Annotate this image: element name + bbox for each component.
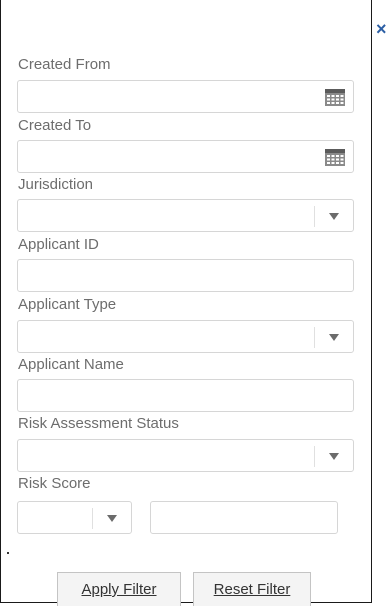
applicant-id-input[interactable]: [17, 259, 354, 292]
close-icon[interactable]: ×: [376, 20, 390, 38]
chevron-down-icon[interactable]: [107, 515, 117, 522]
risk-assessment-status-select[interactable]: [17, 439, 354, 472]
created-from-date-field[interactable]: [17, 80, 354, 113]
created-from-label: Created From: [18, 56, 111, 73]
applicant-id-label: Applicant ID: [18, 236, 99, 253]
calendar-icon[interactable]: [325, 149, 345, 166]
divider-dot: [7, 552, 9, 554]
reset-filter-button[interactable]: Reset Filter: [193, 572, 311, 606]
risk-score-operator-select[interactable]: [17, 501, 132, 534]
applicant-name-label: Applicant Name: [18, 356, 124, 373]
select-divider: [314, 446, 315, 467]
applicant-name-input[interactable]: [17, 379, 354, 412]
apply-filter-button[interactable]: Apply Filter: [57, 572, 181, 606]
risk-score-label: Risk Score: [18, 475, 91, 492]
chevron-down-icon[interactable]: [329, 334, 339, 341]
jurisdiction-label: Jurisdiction: [18, 176, 94, 193]
chevron-down-icon[interactable]: [329, 453, 339, 460]
chevron-down-icon[interactable]: [329, 213, 339, 220]
select-divider: [92, 508, 93, 529]
risk-score-input[interactable]: [150, 501, 338, 534]
created-to-date-field[interactable]: [17, 140, 354, 173]
created-to-label: Created To: [18, 117, 92, 134]
applicant-type-select[interactable]: [17, 320, 354, 353]
calendar-icon[interactable]: [325, 89, 345, 106]
risk-assessment-status-label: Risk Assessment Status: [18, 415, 179, 432]
applicant-type-label: Applicant Type: [18, 296, 117, 313]
select-divider: [314, 206, 315, 227]
select-divider: [314, 327, 315, 348]
jurisdiction-select[interactable]: [17, 199, 354, 232]
